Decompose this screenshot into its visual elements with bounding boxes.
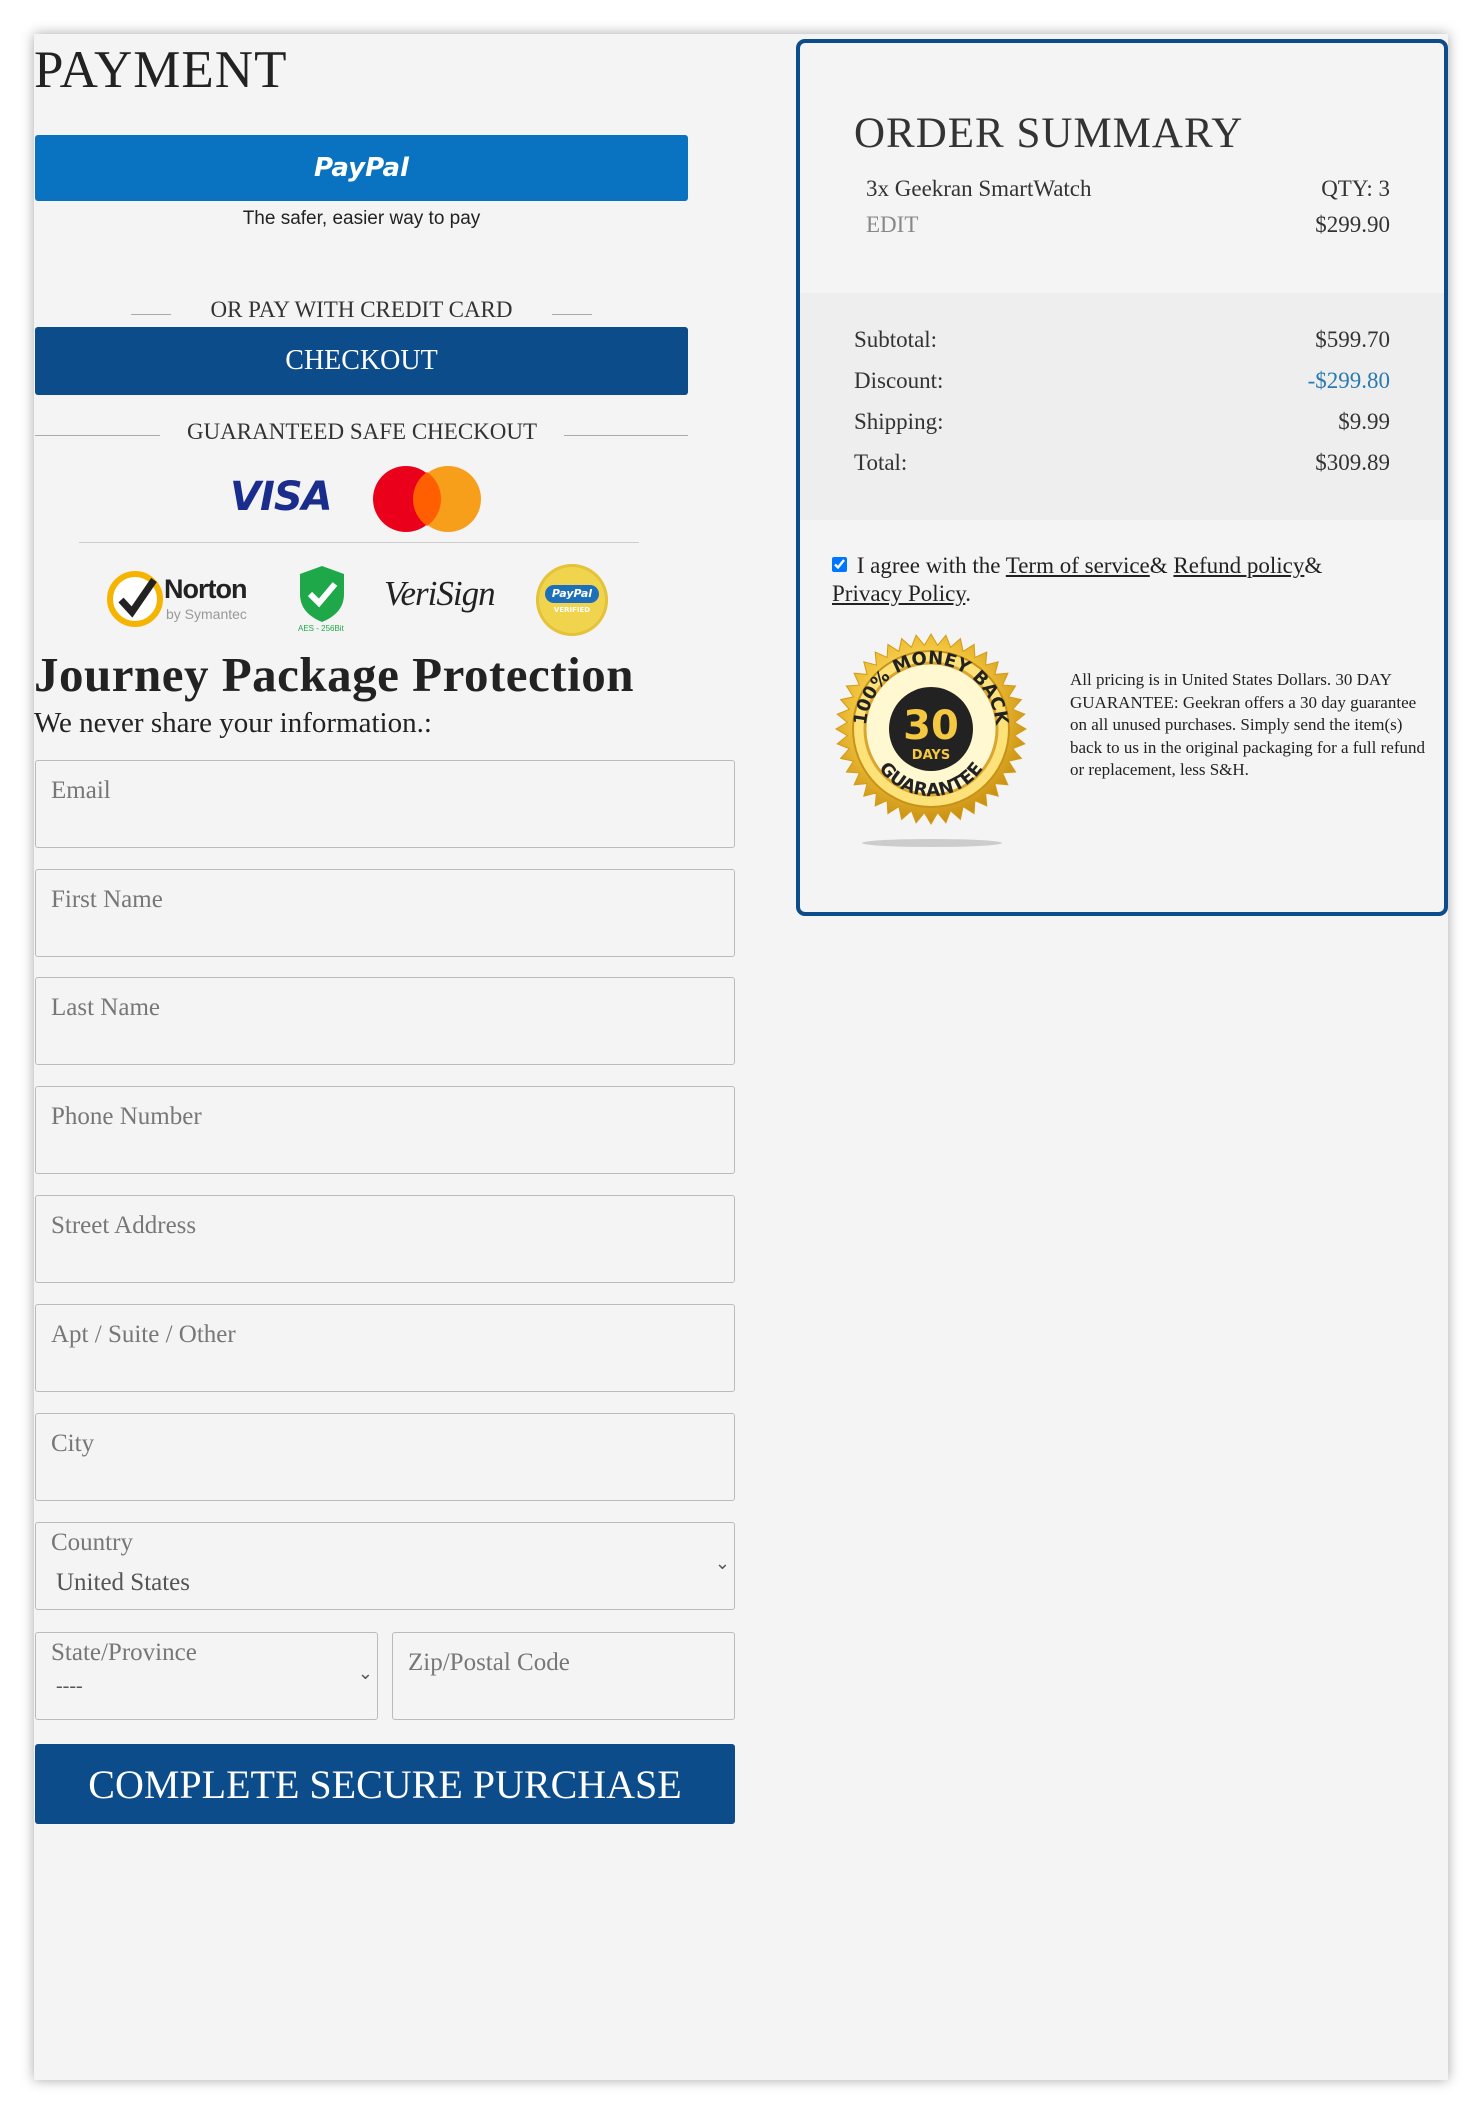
paypal-tagline: The safer, easier way to pay: [242, 208, 481, 229]
phone-input[interactable]: [36, 1087, 734, 1147]
shield-check-icon: [300, 566, 344, 622]
shipping-value: $9.99: [1338, 409, 1390, 434]
last-name-input[interactable]: [36, 978, 734, 1038]
paypal-button[interactable]: PayPal: [35, 135, 688, 201]
city-input[interactable]: [36, 1414, 734, 1474]
checkout-page: PAYMENT PayPal The safer, easier way to …: [34, 34, 1448, 2080]
total-value: $309.89: [1315, 450, 1390, 475]
zip-field[interactable]: [392, 1632, 735, 1720]
norton-label: Norton: [164, 574, 247, 604]
payment-column: PAYMENT PayPal The safer, easier way to …: [34, 34, 774, 2080]
divider-line: [35, 435, 160, 436]
edit-link[interactable]: EDIT: [866, 212, 918, 238]
first-name-field[interactable]: [35, 869, 735, 957]
first-name-input[interactable]: [36, 870, 734, 930]
zip-input[interactable]: [393, 1633, 734, 1693]
terms-agreement: I agree with the Term of service& Refund…: [832, 553, 1323, 606]
pricing-fine-print: All pricing is in United States Dollars.…: [1070, 670, 1425, 779]
item-qty: QTY: 3: [1321, 176, 1390, 201]
money-back-guarantee-badge: 100% MONEY BACK GUARANTEE 30 DAYS: [835, 633, 1027, 847]
order-summary-panel: ORDER SUMMARY 3x Geekran SmartWatch QTY:…: [796, 39, 1448, 916]
aes-shield-badge: AES - 256Bit: [296, 564, 348, 636]
chevron-down-icon: ⌄: [357, 1663, 373, 1684]
checkout-button[interactable]: CHECKOUT: [35, 327, 688, 395]
verified-label: VERIFIED: [553, 606, 591, 614]
or-pay-label: OR PAY WITH CREDIT CARD: [210, 297, 513, 322]
norton-badge: Norton by Symantec: [106, 568, 266, 630]
state-select[interactable]: State/Province ---- ⌄: [35, 1632, 378, 1720]
email-field[interactable]: [35, 760, 735, 848]
agree-checkbox[interactable]: [832, 557, 847, 572]
terms-of-service-link[interactable]: Term of service: [1006, 553, 1150, 578]
street-address-field[interactable]: [35, 1195, 735, 1283]
form-heading: Journey Package Protection: [34, 647, 634, 702]
mastercard-logo: [373, 466, 481, 532]
apt-suite-input[interactable]: [36, 1305, 734, 1365]
complete-purchase-button[interactable]: COMPLETE SECURE PURCHASE: [35, 1744, 735, 1824]
last-name-field[interactable]: [35, 977, 735, 1065]
verisign-logo: VeriSign: [384, 574, 496, 613]
country-label: Country: [51, 1529, 133, 1556]
payment-title: PAYMENT: [34, 41, 288, 99]
shipping-label: Shipping:: [854, 409, 944, 434]
totals-section: Subtotal: $599.70 Discount: -$299.80 Shi…: [800, 293, 1444, 520]
state-value: ----: [56, 1675, 83, 1697]
badge-days: DAYS: [912, 748, 950, 763]
country-value: United States: [56, 1569, 191, 1596]
agree-prefix: I agree with the: [856, 553, 1001, 578]
paypal-button-label: PayPal: [314, 153, 409, 183]
visa-logo: VISA: [230, 474, 333, 520]
apt-suite-field[interactable]: [35, 1304, 735, 1392]
badge-number: 30: [903, 703, 959, 749]
chevron-down-icon: ⌄: [714, 1553, 730, 1574]
email-input[interactable]: [36, 761, 734, 821]
order-summary-title: ORDER SUMMARY: [854, 110, 1244, 157]
divider-line: [552, 314, 592, 315]
subtotal-label: Subtotal:: [854, 327, 938, 352]
guaranteed-safe-label: GUARANTEED SAFE CHECKOUT: [186, 419, 538, 444]
item-name: 3x Geekran SmartWatch: [866, 176, 1092, 201]
norton-check-icon: [107, 571, 163, 627]
form-subheading: We never share your information.:: [34, 707, 432, 739]
aes-label: AES - 256Bit: [298, 624, 344, 633]
city-field[interactable]: [35, 1413, 735, 1501]
item-price: $299.90: [1315, 212, 1390, 237]
divider-line: [131, 314, 171, 315]
total-label: Total:: [854, 450, 908, 475]
state-label: State/Province: [51, 1639, 197, 1666]
privacy-policy-link[interactable]: Privacy Policy: [832, 581, 965, 606]
street-address-input[interactable]: [36, 1196, 734, 1256]
discount-value: -$299.80: [1307, 368, 1390, 393]
phone-field[interactable]: [35, 1086, 735, 1174]
discount-label: Discount:: [854, 368, 944, 393]
divider-line: [79, 542, 639, 543]
subtotal-value: $599.70: [1315, 327, 1390, 352]
paypal-verified-badge: PayPal VERIFIED: [536, 564, 608, 636]
paypal-verified-label: PayPal: [545, 585, 599, 603]
refund-policy-link[interactable]: Refund policy: [1173, 553, 1304, 578]
country-select[interactable]: Country United States ⌄: [35, 1522, 735, 1610]
divider-line: [564, 435, 688, 436]
norton-sub-label: by Symantec: [166, 606, 247, 622]
